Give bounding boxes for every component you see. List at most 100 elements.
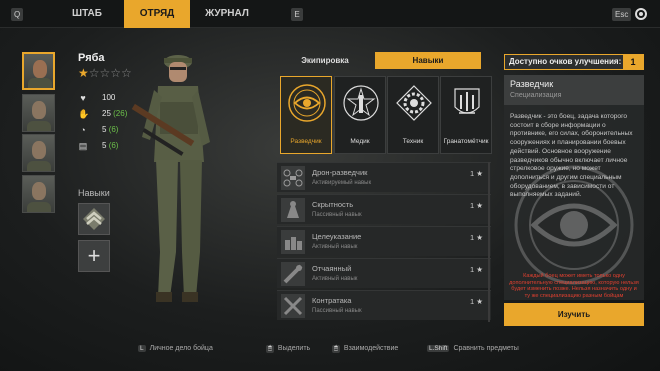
skill-type: Пассивный навык [312,308,362,314]
stat-value: 5 [102,125,107,134]
soldier-shoulders [28,78,52,88]
skill-cost: 1 ★ [470,169,483,178]
stat-value: 100 [102,93,116,102]
tab-equipment[interactable]: Экипировка [282,52,368,69]
info-subtitle: Специализация [510,92,562,99]
stat-stamina: ✋ 25 (26) [78,108,127,120]
health-icon: ♥ [80,93,86,103]
hint-label: Личное дело бойца [149,345,213,352]
drone-icon [281,166,305,190]
star-icon: ★ [476,201,483,210]
rank-chevron-icon [83,208,105,230]
squad-portrait-1[interactable] [22,52,55,90]
next-tab-key[interactable]: E [291,8,303,21]
spec-label: Разведчик [290,138,322,145]
spec-label: Гранатомётчик [443,138,489,145]
mouse-icon: 🖱 [332,345,340,353]
skill-row[interactable]: Отчаянный Активный навык 1 ★ [277,258,491,288]
soldier-name: Ряба [78,52,105,64]
skill-type: Пассивный навык [312,212,362,218]
add-skill-button[interactable]: + [78,240,110,272]
soldier-shoulders [27,161,51,171]
star-empty-icon: ☆☆☆☆ [88,66,132,80]
tab-skills[interactable]: Навыки [375,52,481,69]
squad-portrait-3[interactable] [22,134,55,172]
eye-icon [288,84,326,122]
star-filled-icon: ★ [78,66,89,80]
top-navigation-bar: Q ШТАБ ОТРЯД ЖУРНАЛ E Esc [0,0,660,28]
skills-section-label: Навыки [78,188,110,198]
skill-cost: 1 ★ [470,297,483,306]
skill-type: Активный навык [312,244,358,250]
stat-value: 5 [102,141,107,150]
squad-portrait-2[interactable] [22,94,55,132]
stat-health: ♥ 100 [78,92,115,104]
skill-type: Активируемый навык [312,180,372,186]
skill-name: Отчаянный [312,264,352,273]
hint-key: L.Shift [427,345,450,352]
hint-interact[interactable]: 🖱 Взаимодействие [332,345,398,355]
stat-capacity: ▤ 5 (6) [78,140,119,152]
spec-card-grenadier[interactable]: Гранатомётчик [440,76,492,154]
skill-list-scrollbar[interactable] [488,162,490,322]
hint-label: Выделить [277,345,311,352]
spec-label: Техник [402,138,424,145]
hint-compare[interactable]: L.Shift Сравнить предметы [427,345,519,355]
hint-select[interactable]: 🖱 Выделить [266,345,310,355]
upgrade-points-value: 1 [623,54,643,70]
tab-hq[interactable]: ШТАБ [56,0,118,28]
squad-portrait-4[interactable] [22,175,55,213]
skill-cost: 1 ★ [470,265,483,274]
tab-journal[interactable]: ЖУРНАЛ [196,0,258,28]
desperate-icon [281,262,305,286]
star-icon: ★ [476,297,483,306]
prev-tab-key[interactable]: Q [11,8,24,21]
gear-icon[interactable] [635,8,647,20]
hint-key: L [138,345,146,352]
skill-row[interactable]: Контратака Пассивный навык 1 ★ [277,290,491,320]
skill-name: Контратака [312,296,352,305]
stat-bonus: (6) [108,141,119,150]
escape-key[interactable]: Esc [612,8,632,21]
soldier-shoulders [27,121,51,131]
upgrade-points-label: Доступно очков улучшения: [509,57,622,66]
speed-icon: ◔ [80,125,86,135]
specialization-warning: Каждый боец может иметь только одну допо… [509,273,639,299]
stamina-icon: ✋ [78,109,90,119]
gear-technician-icon [396,85,432,121]
info-title: Разведчик [510,79,554,89]
stealth-icon [281,198,305,222]
skill-name: Скрытность [312,200,354,209]
skill-name: Дрон-разведчик [312,168,368,177]
skill-type: Активный навык [312,276,358,282]
star-icon: ★ [476,265,483,274]
learn-button[interactable]: Изучить [504,303,644,326]
counterattack-icon [281,294,305,318]
soldier-face [33,60,47,78]
skill-row[interactable]: Скрытность Пассивный навык 1 ★ [277,194,491,224]
soldier-face [32,141,46,159]
tab-squad[interactable]: ОТРЯД [124,0,190,28]
stat-bonus: (6) [108,125,119,134]
medic-icon [343,85,379,121]
equipped-skill-slot[interactable] [78,203,110,235]
spec-card-medic[interactable]: Медик [334,76,386,154]
target-icon [281,230,305,254]
spec-label: Медик [350,138,370,145]
stat-bonus: (26) [113,109,128,118]
skill-cost: 1 ★ [470,201,483,210]
specialization-info-panel: Разведчик Специализация Разведчик - это … [504,75,644,300]
skill-row[interactable]: Целеуказание Активный навык 1 ★ [277,226,491,256]
capacity-icon: ▤ [78,141,88,151]
star-icon: ★ [476,169,483,178]
skill-row[interactable]: Дрон-разведчик Активируемый навык 1 ★ [277,162,491,192]
hint-label: Сравнить предметы [453,345,519,352]
spec-card-scout[interactable]: Разведчик [280,76,332,154]
info-description: Разведчик - это боец, задача которого со… [510,113,633,199]
grenadier-icon [454,88,480,114]
spec-card-technician[interactable]: Техник [387,76,439,154]
hint-personal-file[interactable]: L Личное дело бойца [138,345,213,355]
skill-cost: 1 ★ [470,233,483,242]
rank-stars: ★☆☆☆☆ [78,66,132,80]
soldier-face [32,101,46,119]
